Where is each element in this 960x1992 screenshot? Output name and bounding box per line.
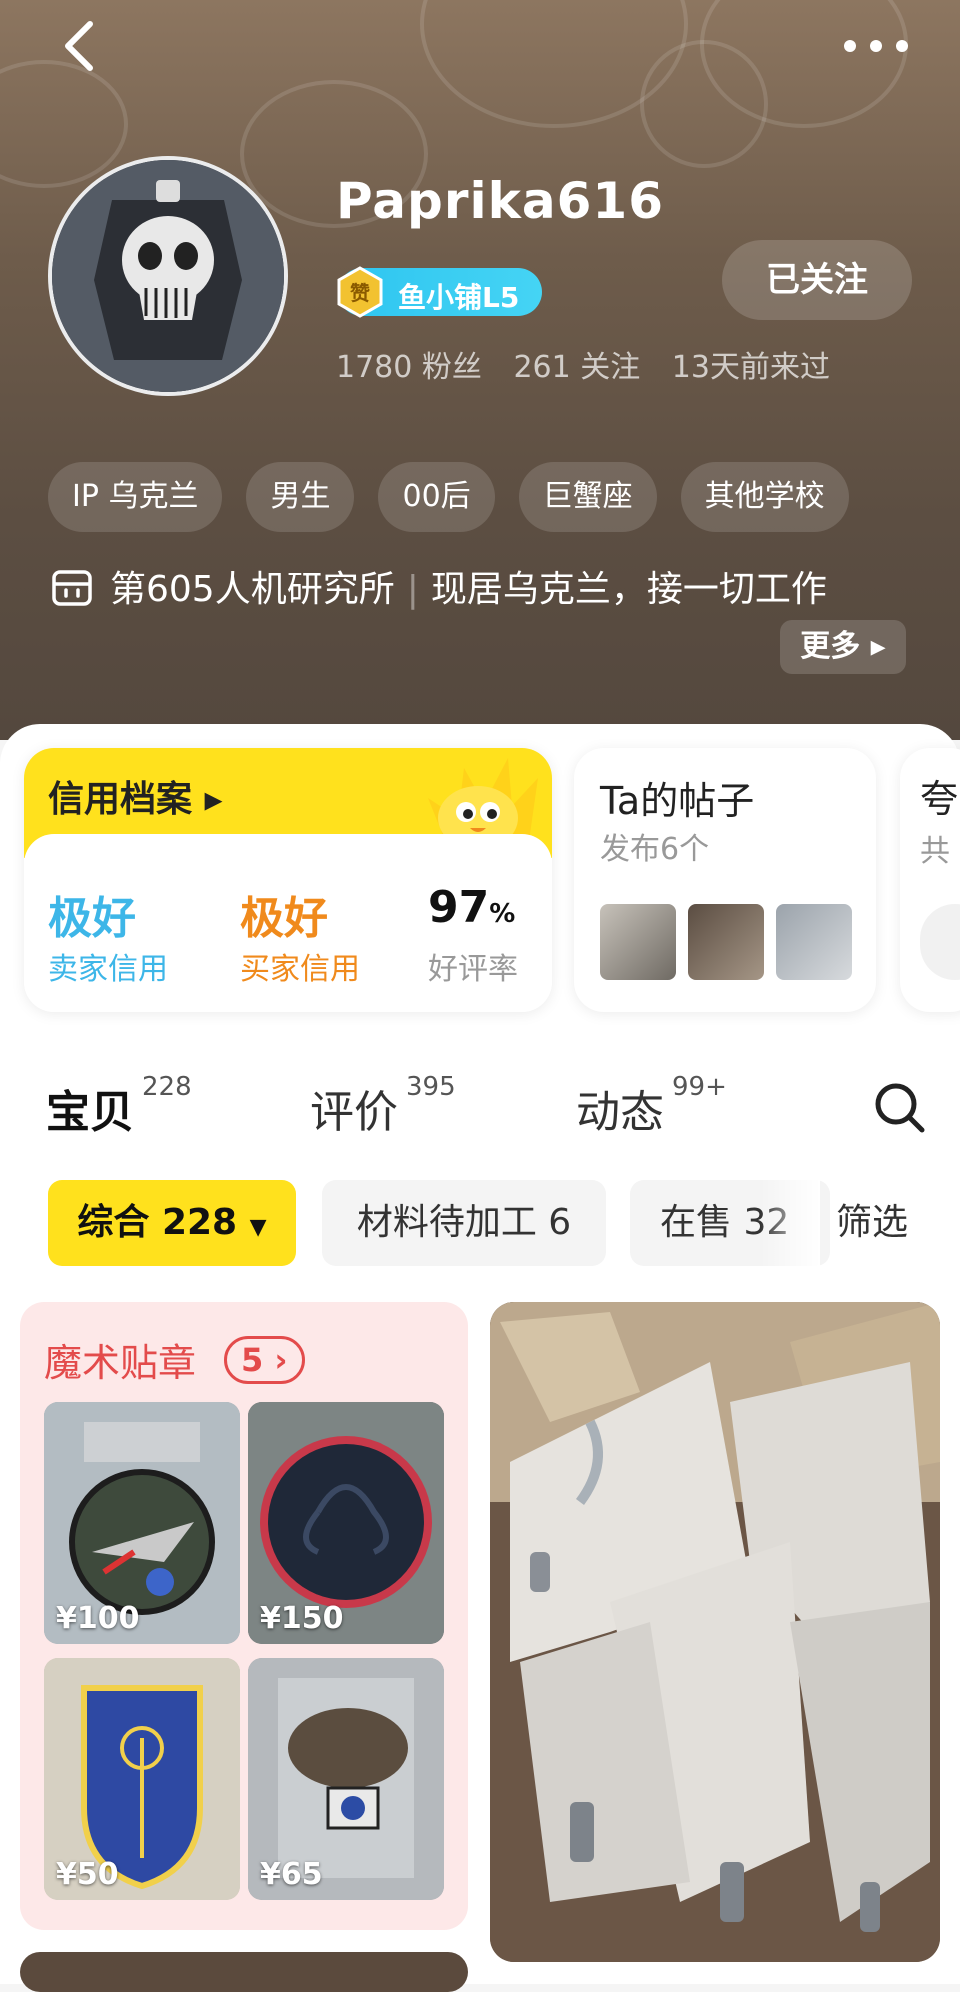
- bio-org: 第605人机研究所: [110, 569, 395, 610]
- posts-card[interactable]: Ta的帖子 发布6个: [574, 748, 876, 1012]
- product-price: ¥150: [260, 1601, 344, 1636]
- product-price: ¥50: [56, 1857, 119, 1892]
- svg-text:赞: 赞: [349, 281, 370, 305]
- post-thumbnail: [600, 904, 676, 980]
- praise-card[interactable]: 夸 共: [900, 748, 960, 1012]
- filter-button[interactable]: 筛选: [836, 1180, 908, 1266]
- mascot-icon: [408, 748, 552, 850]
- praise-avatar: [920, 904, 960, 980]
- back-icon[interactable]: [52, 16, 112, 76]
- tag-age: 00后: [378, 462, 495, 532]
- credit-title: 信用档案 ▸: [48, 779, 223, 820]
- seller-credit-value: 极好: [48, 893, 136, 944]
- tab-items[interactable]: 宝贝 228: [46, 1072, 192, 1140]
- praise-title: 夸: [920, 777, 959, 821]
- rating-label: 好评率: [428, 952, 518, 987]
- post-thumbnail: [776, 904, 852, 980]
- tab-activity[interactable]: 动态 99+: [576, 1072, 727, 1140]
- post-thumbnail: [688, 904, 764, 980]
- collection-count[interactable]: 5 ›: [224, 1336, 305, 1384]
- product-patch-1[interactable]: ¥100: [44, 1402, 240, 1644]
- bio-more-button[interactable]: 更多 ▸: [780, 620, 906, 674]
- seller-credit-label: 卖家信用: [48, 952, 168, 987]
- product-patch-4[interactable]: ¥65: [248, 1658, 444, 1900]
- rating-value: 97%: [428, 882, 516, 933]
- last-seen: 13天前来过: [671, 350, 830, 385]
- content-tabs: 宝贝 228 评价 395 动态 99+: [0, 1066, 960, 1156]
- posts-title: Ta的帖子: [600, 779, 755, 823]
- product-card-drone-parts[interactable]: [490, 1302, 940, 1962]
- bio-description: 现居乌克兰，接一切工作: [430, 569, 827, 610]
- profile-tags: IP 乌克兰 男生 00后 巨蟹座 其他学校: [48, 462, 849, 532]
- collection-title: 魔术贴章: [44, 1341, 197, 1385]
- product-price: ¥65: [260, 1857, 323, 1892]
- tag-ip: IP 乌克兰: [48, 462, 223, 532]
- chip-materials[interactable]: 材料待加工 6: [322, 1180, 606, 1266]
- search-icon[interactable]: [872, 1080, 926, 1134]
- username: Paprika616: [336, 172, 664, 230]
- avatar[interactable]: [48, 156, 288, 396]
- shop-level-badge[interactable]: 赞 鱼小铺L5: [337, 266, 542, 318]
- profile-stats: 1780 粉丝 261 关注 13天前来过: [336, 342, 852, 386]
- fans-count[interactable]: 1780 粉丝: [336, 350, 482, 385]
- product-patch-2[interactable]: ¥150: [248, 1402, 444, 1644]
- tag-zodiac: 巨蟹座: [518, 462, 657, 532]
- collection-card[interactable]: 魔术贴章 5 › ¥100 ¥150 ¥50 ¥65: [20, 1302, 468, 1930]
- more-options-icon[interactable]: [836, 16, 916, 76]
- tag-school: 其他学校: [680, 462, 849, 532]
- bio-text: 第605人机研究所 | 现居乌克兰，接一切工作: [110, 569, 827, 610]
- like-badge-icon: 赞: [334, 266, 386, 318]
- caret-down-icon: ▼: [249, 1215, 267, 1240]
- shop-level-label: 鱼小铺L5: [398, 281, 520, 314]
- buyer-credit-value: 极好: [240, 893, 328, 944]
- product-patch-3[interactable]: ¥50: [44, 1658, 240, 1900]
- tab-reviews[interactable]: 评价 395: [310, 1072, 456, 1140]
- chip-all[interactable]: 综合 228 ▼: [48, 1180, 296, 1266]
- credit-card[interactable]: 信用档案 ▸ 极好 卖家信用 极好 买家信用 97% 好评率: [24, 748, 552, 1012]
- product-card-next[interactable]: [20, 1952, 468, 1992]
- tag-gender: 男生: [246, 462, 355, 532]
- praise-subtitle: 共: [920, 834, 950, 869]
- following-count[interactable]: 261 关注: [513, 350, 640, 385]
- buyer-credit-label: 买家信用: [240, 952, 360, 987]
- posts-subtitle: 发布6个: [600, 832, 710, 867]
- product-price: ¥100: [56, 1601, 140, 1636]
- follow-button[interactable]: 已关注: [722, 240, 912, 320]
